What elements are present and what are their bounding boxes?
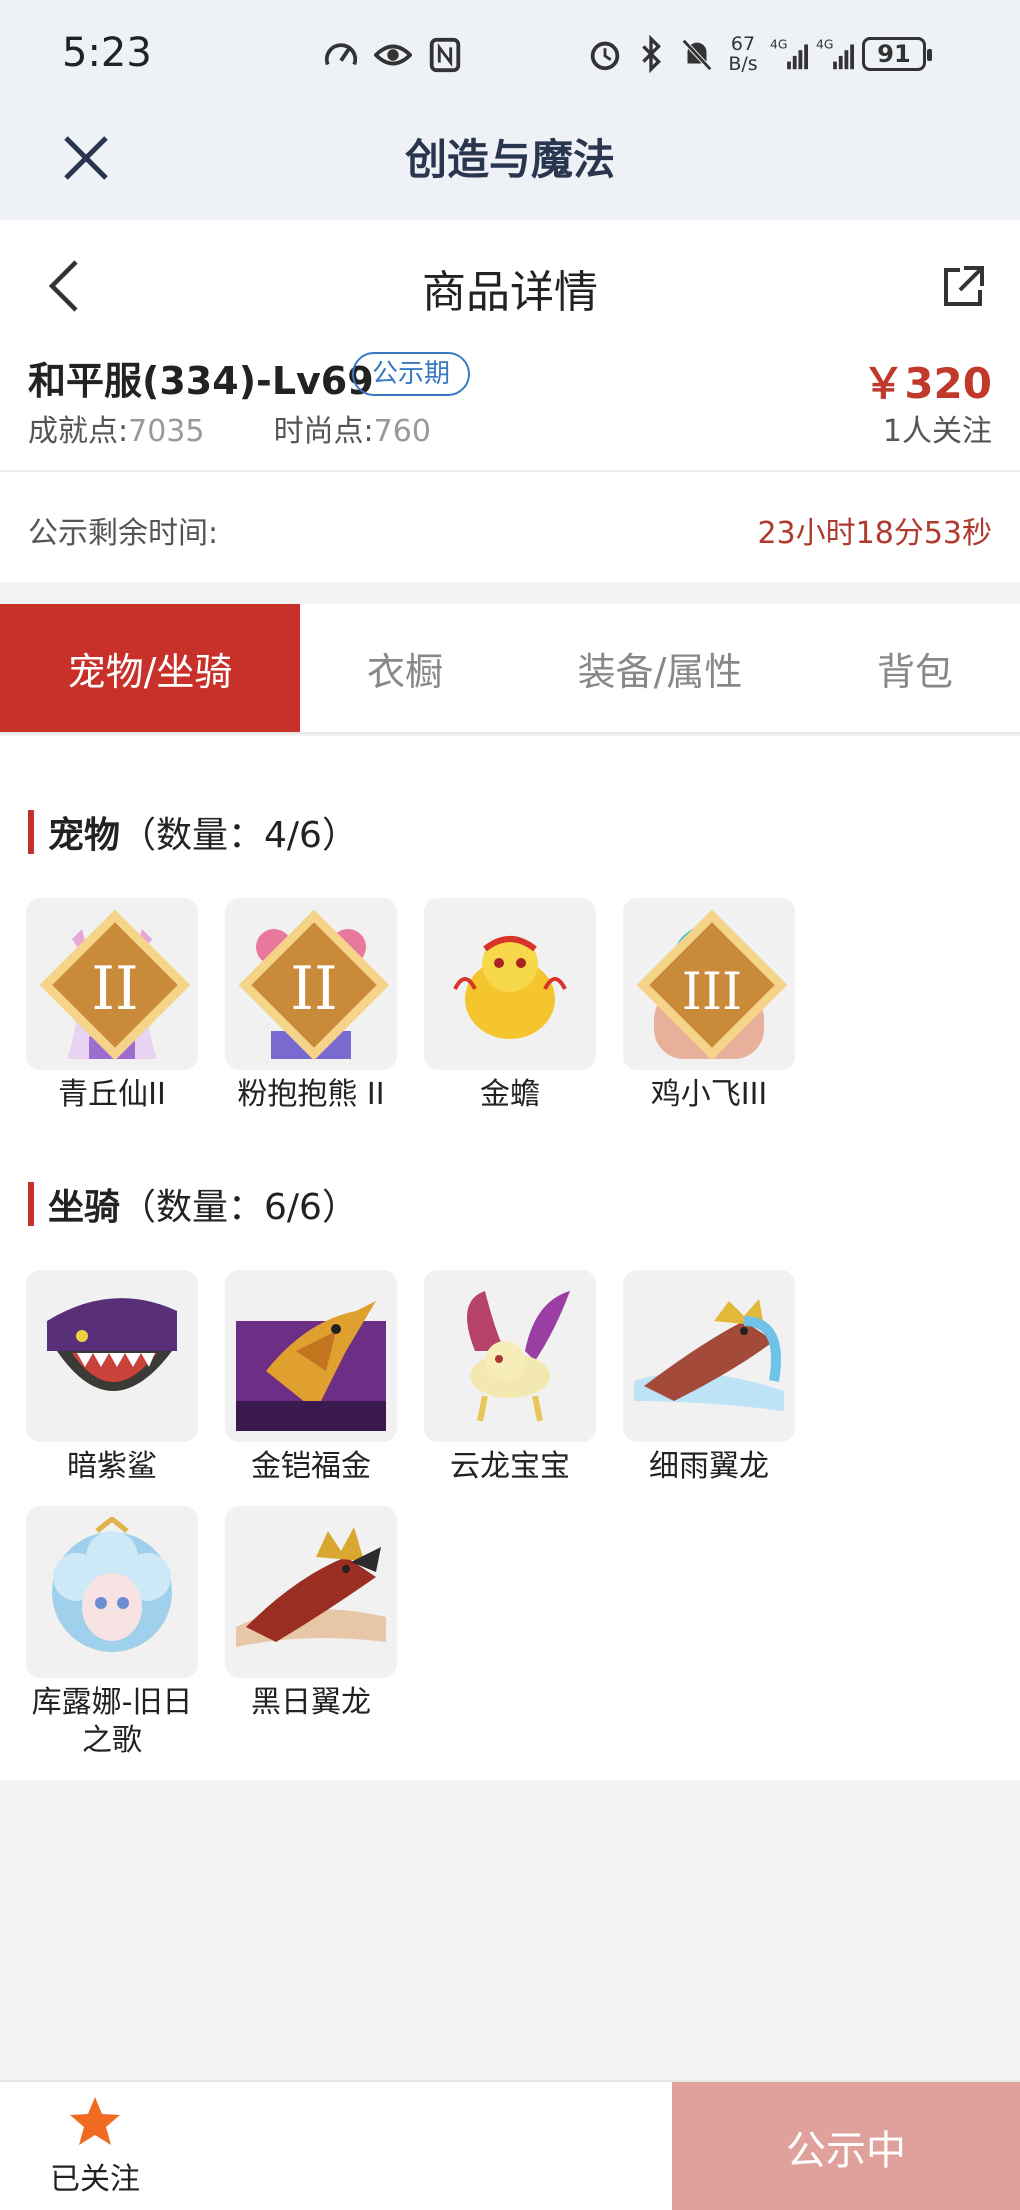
rain-pterosaur-icon [634, 1299, 784, 1411]
pet-item[interactable]: II 青丘仙II [26, 898, 198, 1114]
app-title: 创造与魔法 [404, 135, 615, 184]
signal-icon-2: 4G [816, 37, 854, 70]
page-title: 商品详情 [422, 267, 598, 318]
mount-name: 金铠福金 [251, 1449, 371, 1484]
svg-text:II: II [290, 954, 337, 1024]
tab-wardrobe[interactable]: 衣橱 [300, 604, 510, 732]
black-sun-pterosaur-icon [236, 1527, 386, 1647]
pet-item[interactable]: II 粉抱抱熊 II [225, 898, 397, 1114]
countdown-label: 公示剩余时间: [28, 516, 219, 551]
product-stats: 成就点:7035 时尚点:760 [28, 414, 431, 449]
star-icon [70, 2097, 120, 2145]
eye-icon [374, 44, 412, 66]
battery-indicator: 91 [862, 37, 932, 71]
tab-equipment[interactable]: 装备/属性 [510, 604, 810, 732]
pet-name: 粉抱抱熊 II [237, 1077, 385, 1112]
mount-name: 细雨翼龙 [649, 1449, 769, 1484]
server-name: 和平服(334)-Lv69 [28, 359, 374, 403]
golden-toad-icon [453, 936, 567, 1039]
price: ￥320 [862, 359, 992, 408]
svg-text:4G: 4G [816, 37, 833, 51]
share-icon[interactable] [938, 262, 988, 312]
fashion-value: 760 [373, 414, 431, 449]
app-bar: 创造与魔法 [0, 112, 1020, 220]
rank-badge-icon: III [637, 910, 787, 1060]
speedometer-icon [324, 43, 358, 66]
alarm-icon [590, 41, 620, 71]
pets-grid: II 青丘仙II II 粉抱抱熊 II 金蟾 III 鸡小飞III [26, 898, 1016, 1134]
mount-name: 黑日翼龙 [251, 1685, 371, 1720]
purple-shark-icon [47, 1298, 177, 1391]
net-speed: 67 B/s [728, 33, 758, 75]
mount-name: 云龙宝宝 [450, 1449, 570, 1484]
nfc-icon [429, 37, 461, 73]
countdown-value: 23小时18分53秒 [757, 516, 992, 551]
follow-button[interactable]: 已关注 [40, 2094, 150, 2198]
mount-item[interactable]: 库露娜-旧日之歌 [26, 1506, 198, 1760]
follower-count: 1人关注 [882, 414, 992, 449]
status-time: 5:23 [62, 30, 152, 76]
pet-name: 金蟾 [480, 1077, 540, 1112]
kuluna-icon [52, 1517, 172, 1652]
countdown-row: 公示剩余时间: 23小时18分53秒 [0, 472, 1020, 582]
status-badge: 公示期 [352, 352, 471, 396]
svg-text:III: III [682, 963, 742, 1022]
product-header: 商品详情 和平服(334)-Lv69 公示期 成就点:7035 时尚点:760 … [0, 220, 1020, 470]
pet-name: 青丘仙II [58, 1077, 166, 1112]
pet-item[interactable]: 金蟾 [424, 898, 596, 1114]
tab-bar: 宠物/坐骑 衣橱 装备/属性 背包 [0, 604, 1020, 734]
cloud-dragon-icon [467, 1291, 570, 1422]
mute-bell-icon [681, 39, 713, 71]
mount-name: 库露娜-旧日之歌 [31, 1685, 193, 1758]
pets-section-title: 宠物 （数量：4/6） [28, 806, 358, 858]
rank-badge-icon: II [239, 910, 389, 1060]
tab-content: 宠物 （数量：4/6） II 青丘仙II II 粉抱抱熊 II 金蟾 III 鸡… [0, 736, 1020, 1780]
status-right-icons: 67 B/s 4G 4G 91 [586, 33, 932, 75]
bottom-bar: 已关注 公示中 [0, 2080, 1020, 2210]
mount-item[interactable]: 云龙宝宝 [424, 1270, 596, 1486]
status-button[interactable]: 公示中 [672, 2082, 1020, 2210]
mounts-grid: 暗紫鲨 金铠福金 云龙宝宝 细雨翼龙 库露娜-旧日之歌 黑日翼龙 [26, 1270, 1016, 1780]
golden-armor-dragon-icon [236, 1301, 386, 1431]
bluetooth-icon [642, 35, 661, 73]
pet-name: 鸡小飞III [650, 1077, 768, 1112]
mount-name: 暗紫鲨 [67, 1449, 157, 1484]
mounts-section-title: 坐骑 （数量：6/6） [28, 1178, 358, 1230]
achievement-value: 7035 [128, 414, 205, 449]
rank-badge-icon: II [40, 910, 190, 1060]
svg-text:II: II [91, 954, 138, 1024]
status-bar: 5:23 67 B/s 4G 4G 91 [0, 0, 1020, 112]
pet-item[interactable]: III 鸡小飞III [623, 898, 795, 1114]
signal-icon: 4G [770, 37, 808, 70]
mount-item[interactable]: 黑日翼龙 [225, 1506, 397, 1760]
svg-text:4G: 4G [770, 37, 787, 51]
mount-item[interactable]: 金铠福金 [225, 1270, 397, 1486]
tab-backpack[interactable]: 背包 [810, 604, 1020, 732]
status-mid-icons [322, 36, 464, 74]
mount-item[interactable]: 细雨翼龙 [623, 1270, 795, 1486]
mount-item[interactable]: 暗紫鲨 [26, 1270, 198, 1486]
tab-pets-mounts[interactable]: 宠物/坐骑 [0, 604, 300, 732]
follow-label: 已关注 [50, 2162, 140, 2197]
